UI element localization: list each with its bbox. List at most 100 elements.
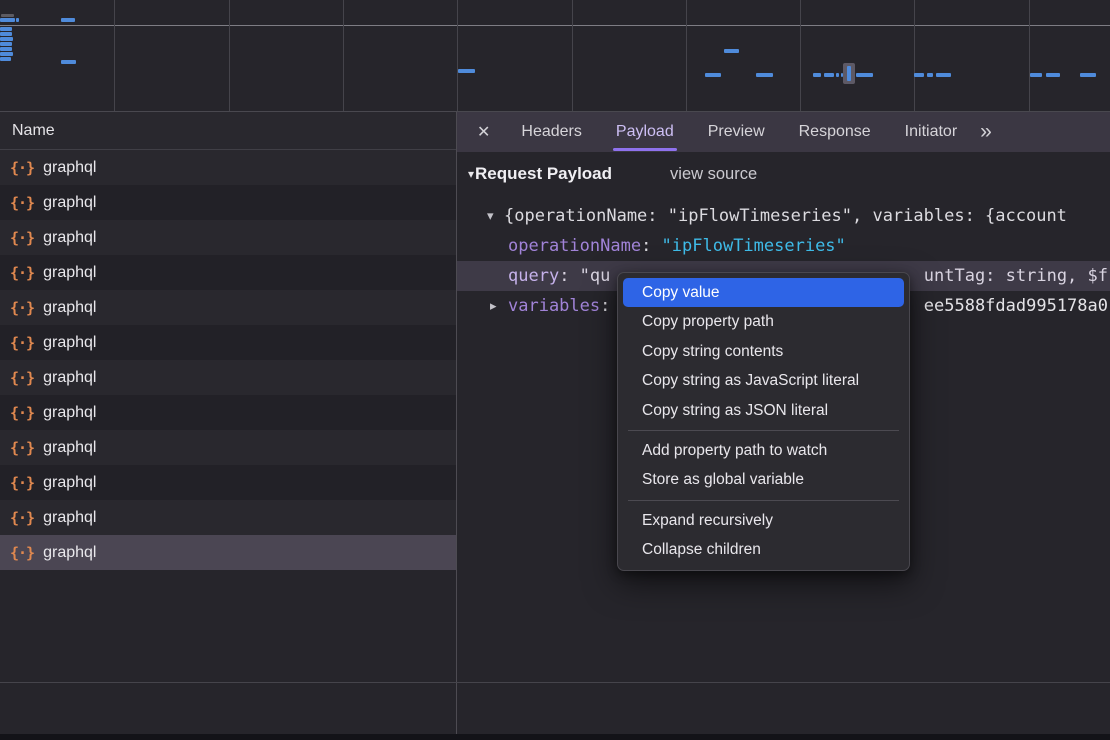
menu-item-copy-string-contents[interactable]: Copy string contents [618, 337, 909, 366]
request-name: graphql [43, 194, 96, 212]
table-row[interactable]: {·} graphql [0, 255, 456, 290]
overview-gridline [114, 0, 115, 111]
overview-gridline [229, 0, 230, 111]
waterfall-bar [0, 42, 12, 46]
name-column-label: Name [12, 122, 55, 140]
waterfall-bar [914, 73, 924, 77]
detail-tabbar: ✕ Headers Payload Preview Response Initiator… [457, 112, 1110, 152]
table-row[interactable]: {·} graphql [0, 535, 456, 570]
json-braces-icon: {·} [10, 509, 34, 527]
tab-headers[interactable]: Headers [518, 112, 584, 152]
json-braces-icon: {·} [10, 264, 34, 282]
request-name: graphql [43, 509, 96, 527]
json-braces-icon: {·} [10, 474, 34, 492]
request-name: graphql [43, 229, 96, 247]
tab-response[interactable]: Response [796, 112, 874, 152]
waterfall-bar [813, 73, 821, 77]
waterfall-bar [0, 47, 12, 51]
menu-item-copy-string-as-javascript-literal[interactable]: Copy string as JavaScript literal [618, 366, 909, 395]
overview-gridline [914, 0, 915, 111]
table-row[interactable]: {·} graphql [0, 185, 456, 220]
request-name: graphql [43, 544, 96, 562]
menu-item-add-property-path-to-watch[interactable]: Add property path to watch [618, 436, 909, 465]
overview-gridline [572, 0, 573, 111]
request-name: graphql [43, 299, 96, 317]
table-row[interactable]: {·} graphql [0, 220, 456, 255]
waterfall-bar [724, 49, 739, 53]
tab-payload[interactable]: Payload [613, 112, 677, 152]
close-icon[interactable]: ✕ [477, 122, 490, 142]
tab-preview[interactable]: Preview [705, 112, 768, 152]
request-list: {·} graphql {·} graphql {·} graphql {·} graphql… [0, 150, 456, 570]
waterfall-bar [0, 18, 15, 22]
json-braces-icon: {·} [10, 229, 34, 247]
tab-initiator[interactable]: Initiator [902, 112, 960, 152]
menu-item-copy-property-path[interactable]: Copy property path [618, 307, 909, 336]
request-name: graphql [43, 404, 96, 422]
waterfall-bar [0, 57, 11, 61]
table-row[interactable]: {·}graphql [0, 150, 456, 185]
table-row[interactable]: {·}graphql [0, 325, 456, 360]
json-braces-icon: {·} [10, 194, 34, 212]
request-name: graphql [43, 439, 96, 457]
overview-gridline [686, 0, 687, 111]
context-menu: Copy valueCopy property pathCopy string … [617, 272, 910, 571]
waterfall-bar [756, 73, 773, 77]
table-row[interactable]: {·} graphql [0, 430, 456, 465]
section-collapse-triangle-icon[interactable]: ▾ [468, 167, 474, 181]
tab-label: Initiator [905, 123, 957, 141]
section-title: Request Payload [475, 164, 612, 184]
network-overview[interactable] [0, 0, 1110, 112]
colon: : [559, 266, 579, 286]
overview-gridline [343, 0, 344, 111]
waterfall-bar [1080, 73, 1096, 77]
request-name: graphql [43, 264, 96, 282]
property-value-string-right: untTag: string, $f [924, 261, 1108, 291]
table-row[interactable]: {·} graphql [0, 395, 456, 430]
waterfall-bar [0, 52, 13, 56]
overview-gridline [457, 0, 458, 111]
overview-gridline [1029, 0, 1030, 111]
waterfall-bar [0, 32, 12, 36]
overview-gridline [800, 0, 801, 111]
menu-item-store-as-global-variable[interactable]: Store as global variable [618, 465, 909, 494]
colon: : [641, 236, 661, 256]
waterfall-bar [0, 27, 12, 31]
table-row[interactable]: {·}graphql [0, 465, 456, 500]
property-value-string-left: "qu [580, 266, 611, 286]
disclosure-collapsed-icon[interactable]: ▸ [490, 291, 497, 321]
request-name: graphql [43, 369, 96, 387]
more-tabs-icon[interactable]: » [980, 120, 990, 144]
waterfall-bar [927, 73, 933, 77]
table-row[interactable]: {·}graphql [0, 360, 456, 395]
panel-divider[interactable] [456, 112, 457, 740]
disclosure-expanded-icon[interactable]: ▾ [487, 201, 494, 231]
view-source-link[interactable]: view source [670, 165, 757, 184]
json-braces-icon: {·} [10, 544, 34, 562]
tab-label: Headers [521, 123, 581, 141]
tab-label: Preview [708, 123, 765, 141]
payload-root-preview-row[interactable]: ▾ {operationName: "ipFlowTimeseries", va… [457, 201, 1110, 231]
waterfall-bar [936, 73, 951, 77]
request-list-panel: Name {·}graphql{·}graphql{·}graphql{·}gr… [0, 112, 456, 740]
summary-divider [0, 682, 1110, 683]
menu-item-collapse-children[interactable]: Collapse children [618, 535, 909, 564]
selected-request-marker-bar [847, 66, 851, 81]
table-row[interactable]: {·} graphql [0, 290, 456, 325]
colon: : [600, 296, 610, 316]
json-braces-icon: {·} [10, 404, 34, 422]
table-row[interactable]: {·} graphql [0, 500, 456, 535]
json-braces-icon: {·} [10, 334, 34, 352]
menu-item-copy-string-as-json-literal[interactable]: Copy string as JSON literal [618, 396, 909, 425]
waterfall-bar [16, 18, 19, 22]
menu-separator [628, 430, 899, 431]
name-column-header[interactable]: Name [0, 112, 456, 150]
waterfall-bar [61, 60, 76, 64]
json-braces-icon: {·} [10, 299, 34, 317]
waterfall-bar [836, 73, 839, 77]
property-value-string: "ipFlowTimeseries" [662, 236, 846, 256]
payload-row-operationname[interactable]: operationName: "ipFlowTimeseries" [457, 231, 1110, 261]
menu-item-copy-value[interactable]: Copy value [623, 278, 904, 307]
json-braces-icon: {·} [10, 439, 34, 457]
menu-item-expand-recursively[interactable]: Expand recursively [618, 506, 909, 535]
